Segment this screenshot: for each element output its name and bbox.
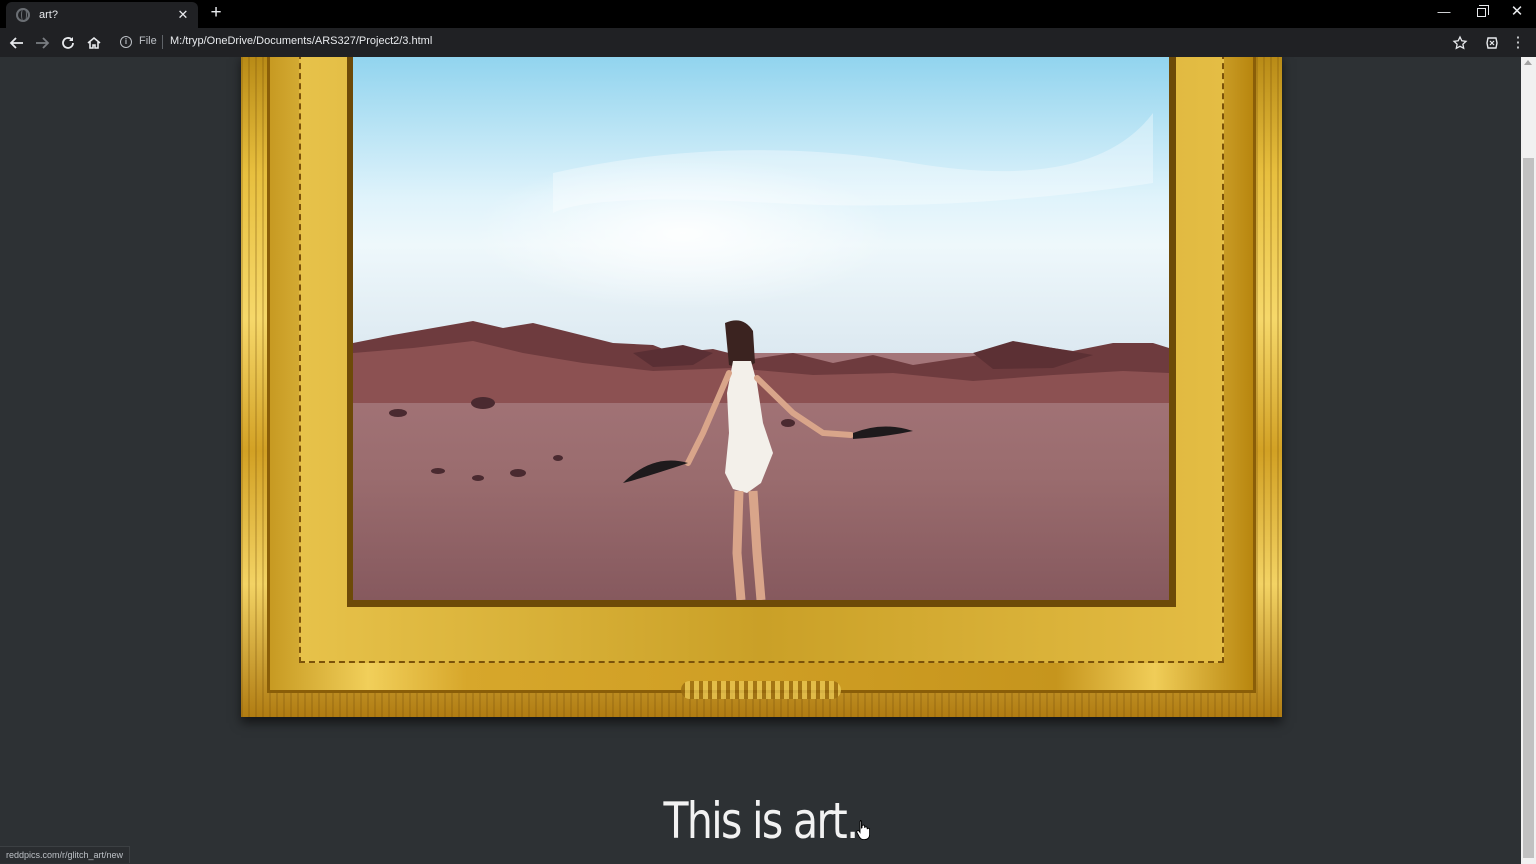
site-info-icon[interactable]: i [120,36,132,48]
reload-icon [62,37,74,49]
desert-woman-image [353,57,1169,600]
origin-chip[interactable]: File [139,35,157,47]
frame-ornament [681,681,841,699]
menu-button[interactable]: ⋮ [1507,32,1529,54]
forward-button[interactable] [31,32,53,54]
star-icon [1452,35,1468,50]
page-caption: This is art. [663,792,859,850]
gold-picture-frame [241,57,1282,717]
scroll-up-arrow-icon[interactable] [1524,60,1532,65]
hand-cursor-icon [856,820,870,841]
back-arrow-icon [9,37,23,49]
bookmark-button[interactable] [1449,32,1471,54]
page-content: This is art. [0,57,1521,864]
home-icon [87,36,101,49]
extension-icon [1486,37,1498,49]
url-divider [162,35,163,49]
forward-arrow-icon [36,37,50,49]
restore-icon [1476,5,1489,17]
minimize-button[interactable]: — [1426,0,1462,26]
back-button[interactable] [6,32,28,54]
browser-toolbar: i File M:/tryp/OneDrive/Documents/ARS327… [0,28,1536,57]
tab-strip: art? ✕ + — ✕ [0,0,1536,28]
reload-button[interactable] [57,32,79,54]
tab-close-icon[interactable]: ✕ [174,7,192,23]
home-button[interactable] [83,32,105,54]
scroll-thumb[interactable] [1523,158,1534,858]
status-url-bubble: reddpics.com/r/glitch_art/new [0,846,131,863]
address-bar[interactable]: M:/tryp/OneDrive/Documents/ARS327/Projec… [170,35,432,47]
browser-tab[interactable]: art? ✕ [6,2,198,28]
framed-photo [353,57,1169,600]
new-tab-button[interactable]: + [206,3,226,23]
close-window-button[interactable]: ✕ [1499,0,1535,26]
extension-button[interactable] [1481,32,1503,54]
restore-button[interactable] [1463,0,1499,26]
tab-title: art? [39,9,58,21]
vertical-scrollbar[interactable] [1521,57,1536,864]
globe-icon [16,8,30,22]
